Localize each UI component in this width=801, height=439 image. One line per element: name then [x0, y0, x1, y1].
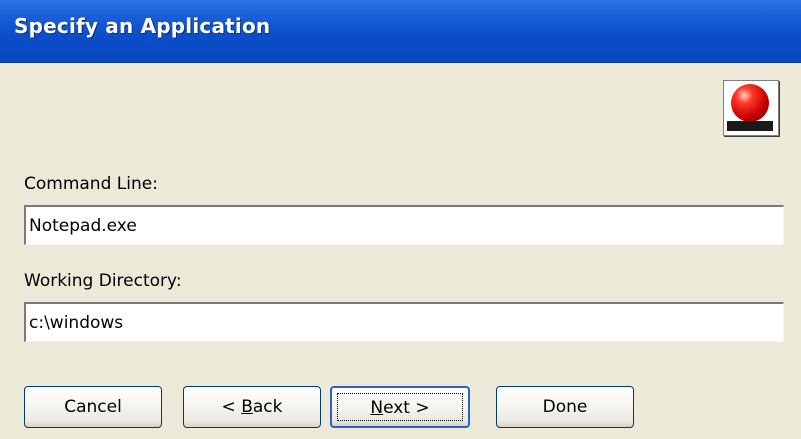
command-line-label: Command Line: [24, 174, 158, 194]
dialog-title: Specify an Application [14, 14, 271, 38]
command-line-input[interactable] [24, 205, 784, 245]
next-button[interactable]: Next > [330, 386, 470, 428]
next-button-label: Next > [370, 398, 429, 418]
specify-application-dialog: Specify an Application Command Line: Wor… [0, 0, 801, 439]
black-base-graphic [727, 121, 773, 131]
back-button-label: < Back [222, 397, 283, 417]
title-bar: Specify an Application [0, 0, 801, 63]
cancel-button[interactable]: Cancel [24, 386, 162, 428]
done-button[interactable]: Done [496, 386, 634, 428]
back-rest: ack [252, 397, 283, 417]
cancel-button-label: Cancel [64, 397, 122, 417]
done-button-label: Done [542, 397, 588, 417]
back-button[interactable]: < Back [183, 386, 321, 428]
next-rest: ext > [383, 398, 430, 418]
back-mnemonic: B [241, 397, 253, 417]
next-mnemonic: N [370, 398, 384, 418]
application-icon [723, 80, 779, 136]
working-directory-label: Working Directory: [24, 271, 182, 291]
red-ball-graphic [731, 84, 769, 122]
back-prefix: < [221, 397, 242, 417]
working-directory-input[interactable] [24, 302, 784, 342]
